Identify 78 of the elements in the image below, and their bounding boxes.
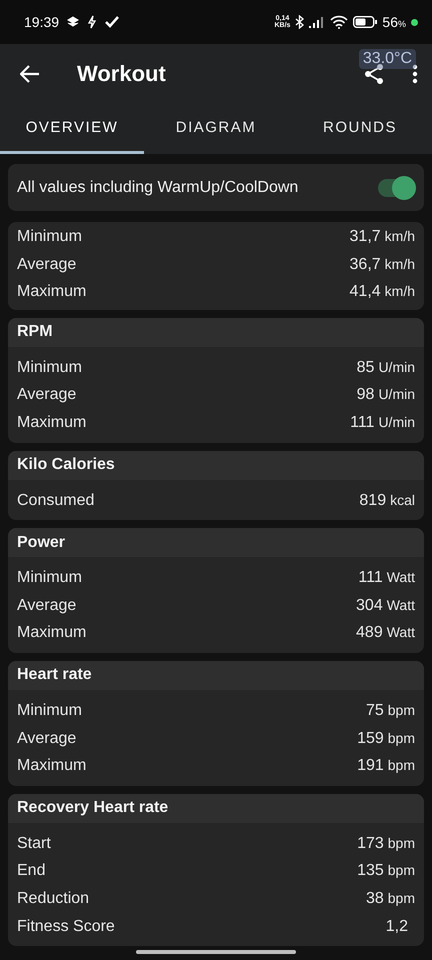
stat-unit: kcal <box>390 490 415 510</box>
share-icon <box>364 63 384 85</box>
stat-unit: Watt <box>386 568 415 588</box>
stat-label: Maximum <box>17 623 86 644</box>
tab[interactable]: DIAGRAM <box>144 104 288 154</box>
charging-dot-icon <box>411 18 418 26</box>
temperature-tooltip: 33.0°C <box>358 49 416 69</box>
stat-label: Consumed <box>17 490 94 511</box>
card-header: Heart rate <box>8 660 424 690</box>
stat-value: 304 <box>356 596 383 616</box>
stat-label: Minimum <box>17 568 82 588</box>
stat-unit: km/h <box>384 227 415 246</box>
card-header: RPM <box>8 318 424 347</box>
toggle-switch[interactable] <box>378 178 414 196</box>
back-arrow-icon <box>20 65 40 83</box>
stat-unit: Watt <box>386 596 415 615</box>
stat-label: Minimum <box>17 358 82 378</box>
stat-unit: bpm <box>388 888 415 908</box>
stat-value: 819 <box>359 490 386 511</box>
stat-unit: bpm <box>388 728 415 748</box>
back-button[interactable] <box>20 65 40 83</box>
stat-value: 36,7 <box>350 254 381 275</box>
stat-value: 173 <box>357 834 384 854</box>
stat-unit: U/min <box>378 412 415 432</box>
stat-unit: km/h <box>384 282 415 302</box>
toggle-label: All values including WarmUp/CoolDown <box>17 178 298 196</box>
more-options-button[interactable] <box>412 64 418 84</box>
stat-value: 85 <box>356 358 374 378</box>
stat-label: Reduction <box>17 888 90 909</box>
stat-label: Maximum <box>17 412 86 433</box>
stat-value: 75 <box>366 700 384 721</box>
stat-value: 1,2 <box>386 916 409 936</box>
clock: 19:39 <box>24 14 60 30</box>
battery-percent: 56 <box>382 14 398 30</box>
stat-value: 111 <box>358 568 383 588</box>
percent-sign: % <box>398 19 406 29</box>
share-button[interactable] <box>364 63 384 85</box>
stat-label: Average <box>17 596 76 616</box>
stat-value: 41,4 <box>350 282 381 302</box>
stat-unit: Watt <box>386 623 415 642</box>
stat-unit: bpm <box>388 861 415 880</box>
stat-label: Maximum <box>17 282 86 302</box>
card-header: Kilo Calories <box>8 450 424 480</box>
stat-unit: U/min <box>378 358 415 377</box>
stat-value: 38 <box>366 888 384 909</box>
more-vertical-icon <box>412 64 418 84</box>
screen-title: Workout <box>77 61 166 87</box>
stat-label: Maximum <box>17 756 86 776</box>
stat-value: 191 <box>357 756 384 776</box>
stat-value: 111 <box>350 412 374 433</box>
stat-label: Average <box>17 385 76 406</box>
card-header: Power <box>8 528 424 558</box>
bluetooth-icon <box>295 15 304 29</box>
stat-value: 31,7 <box>350 227 381 247</box>
stat-value: 489 <box>356 623 383 644</box>
stat-label: Average <box>17 254 76 275</box>
layers-icon <box>67 16 80 28</box>
stat-label: Minimum <box>17 227 82 247</box>
stat-value: 159 <box>357 728 384 749</box>
check-icon <box>105 16 120 28</box>
stat-label: Minimum <box>17 700 82 721</box>
stat-unit: bpm <box>388 756 415 776</box>
stat-value: 98 <box>356 385 374 406</box>
battery-icon <box>353 16 378 28</box>
tab[interactable]: ROUNDS <box>288 104 432 154</box>
card-header: Recovery Heart rate <box>8 794 424 823</box>
stat-unit: bpm <box>388 834 415 853</box>
stat-label: Start <box>17 834 51 854</box>
stat-label: Average <box>17 728 76 749</box>
stat-unit: U/min <box>378 385 415 404</box>
stat-unit: km/h <box>384 254 415 274</box>
stat-label: End <box>17 861 46 882</box>
stat-value: 135 <box>357 861 384 882</box>
stat-unit: bpm <box>388 700 415 720</box>
signal-icon <box>309 16 326 28</box>
activity-icon <box>87 15 98 29</box>
stat-label: Fitness Score <box>17 916 115 936</box>
wifi-icon <box>330 15 348 29</box>
